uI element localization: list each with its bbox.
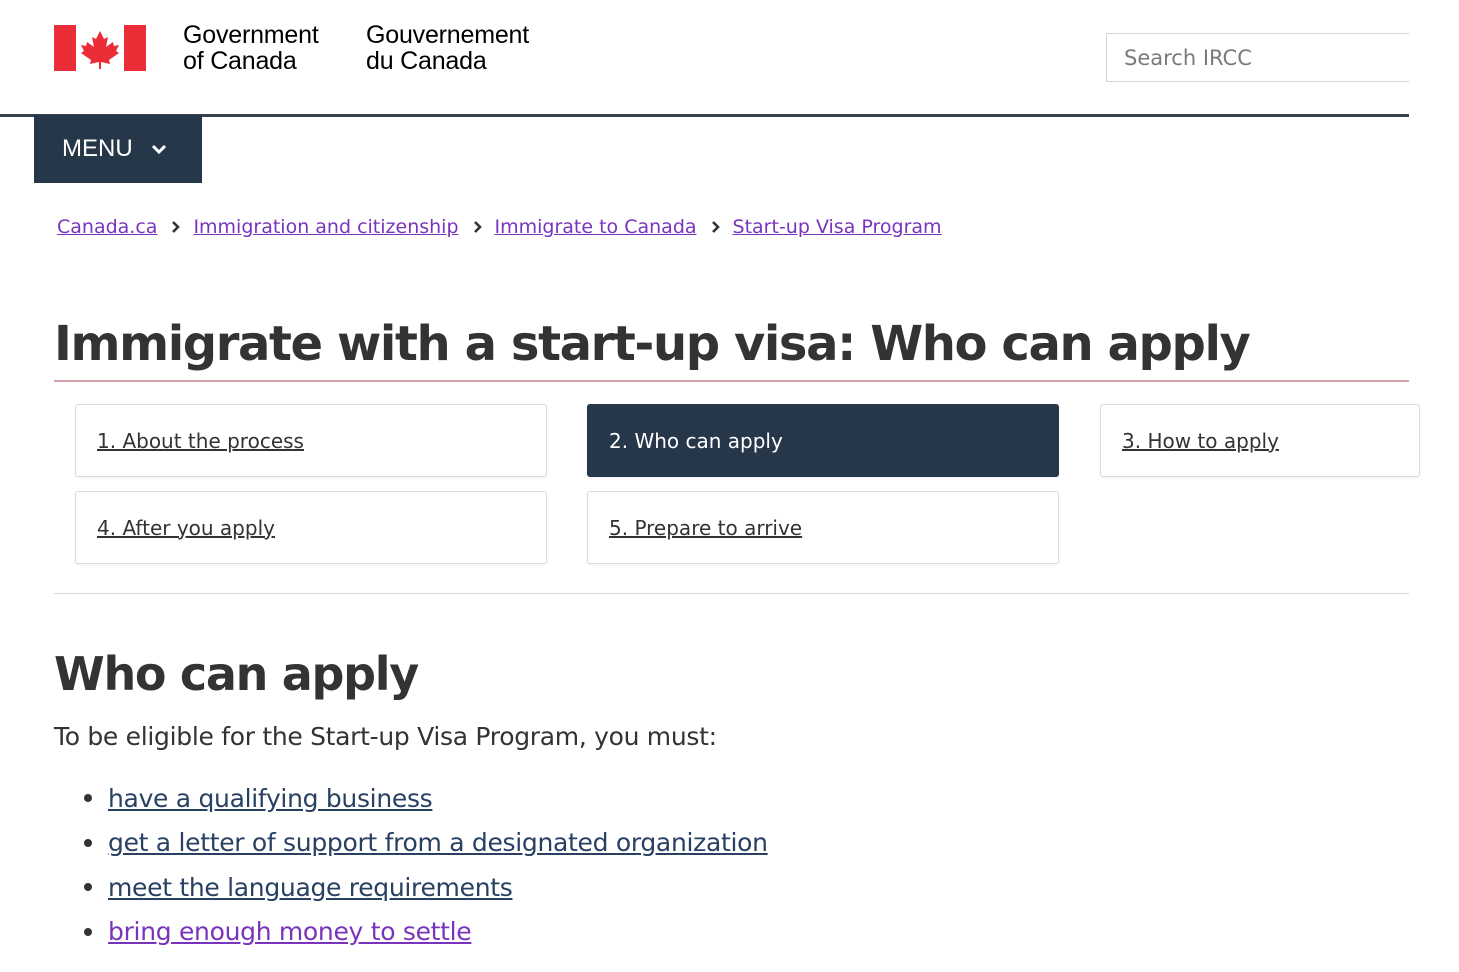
search-input[interactable] xyxy=(1106,33,1409,82)
signature-fr-line-2: du Canada xyxy=(366,47,487,75)
divider xyxy=(54,593,1409,594)
bullet-icon xyxy=(84,927,92,936)
requirement-link[interactable]: get a letter of support from a designate… xyxy=(108,828,768,857)
page-title: Immigrate with a start-up visa: Who can … xyxy=(54,316,1251,372)
step-current-label: 2. Who can apply xyxy=(609,428,783,453)
menu-label: MENU xyxy=(62,135,133,162)
chevron-right-icon xyxy=(473,220,485,234)
signature-fr-line-1: Gouvernement xyxy=(366,21,529,49)
breadcrumb-canada-ca[interactable]: Canada.ca xyxy=(57,216,157,238)
step-after-you-apply[interactable]: 4. After you apply xyxy=(75,491,547,564)
step-link[interactable]: 4. After you apply xyxy=(97,516,275,540)
breadcrumb: Canada.ca Immigration and citizenship Im… xyxy=(57,216,942,238)
site-header: Government of Canada Gouvernement du Can… xyxy=(0,0,1409,117)
list-item: bring enough money to settle xyxy=(54,910,768,955)
list-item: have a qualifying business xyxy=(54,776,768,821)
list-item: meet the language requirements xyxy=(54,865,768,910)
chevron-right-icon xyxy=(711,220,723,234)
signature-english[interactable]: Government of Canada xyxy=(183,22,319,74)
bullet-icon xyxy=(84,794,92,802)
list-item: get a letter of support from a designate… xyxy=(54,821,768,866)
step-who-can-apply: 2. Who can apply xyxy=(587,404,1059,477)
chevron-right-icon xyxy=(171,220,183,234)
step-link[interactable]: 5. Prepare to arrive xyxy=(609,516,802,540)
requirements-list: have a qualifying business get a letter … xyxy=(54,776,768,954)
requirement-link[interactable]: bring enough money to settle xyxy=(108,917,472,946)
requirement-link[interactable]: meet the language requirements xyxy=(108,873,513,902)
signature-french[interactable]: Gouvernement du Canada xyxy=(366,22,529,74)
eligibility-intro: To be eligible for the Start-up Visa Pro… xyxy=(54,722,717,751)
step-link[interactable]: 3. How to apply xyxy=(1122,429,1279,453)
title-underline xyxy=(54,380,1409,382)
bullet-icon xyxy=(84,883,92,891)
signature-en-line-1: Government xyxy=(183,21,319,49)
step-link[interactable]: 1. About the process xyxy=(97,429,304,453)
step-about-the-process[interactable]: 1. About the process xyxy=(75,404,547,477)
chevron-down-icon xyxy=(151,140,169,158)
requirement-link[interactable]: have a qualifying business xyxy=(108,784,433,813)
step-prepare-to-arrive[interactable]: 5. Prepare to arrive xyxy=(587,491,1059,564)
menu-button[interactable]: MENU xyxy=(34,115,202,183)
canada-flag-icon[interactable] xyxy=(54,25,146,71)
section-title: Who can apply xyxy=(54,647,419,701)
breadcrumb-start-up-visa[interactable]: Start-up Visa Program xyxy=(733,216,942,238)
breadcrumb-immigration-citizenship[interactable]: Immigration and citizenship xyxy=(193,216,458,238)
signature-en-line-2: of Canada xyxy=(183,47,297,75)
step-how-to-apply[interactable]: 3. How to apply xyxy=(1100,404,1420,477)
bullet-icon xyxy=(84,838,92,847)
breadcrumb-immigrate-to-canada[interactable]: Immigrate to Canada xyxy=(495,216,697,238)
